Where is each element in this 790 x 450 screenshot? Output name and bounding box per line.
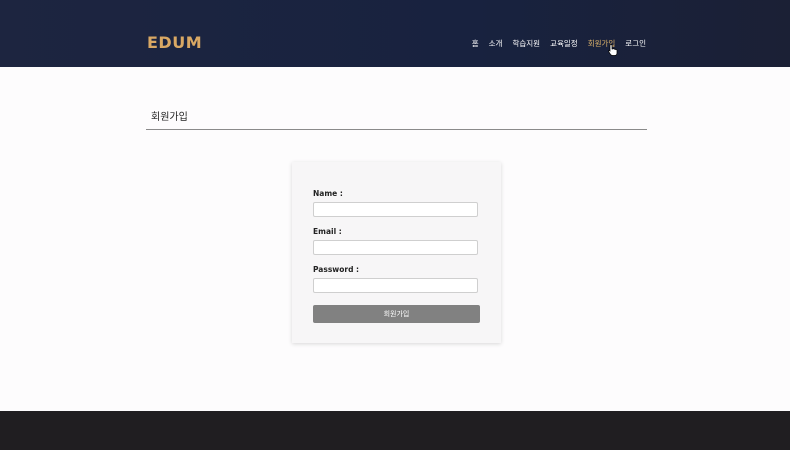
nav-item-schedule[interactable]: 교육일정 [550,38,578,49]
page-title: 회원가입 [151,112,188,123]
hand-pointer-cursor-icon [608,44,618,56]
top-navigation-bar: EDUM 홈 소개 학습지원 교육일정 회원가입 로그인 [0,0,790,67]
nav-item-login[interactable]: 로그인 [625,38,646,49]
nav-item-about[interactable]: 소개 [489,38,503,49]
password-label: Password : [313,265,360,274]
nav-item-learning-support[interactable]: 학습지원 [512,38,540,49]
site-logo[interactable]: EDUM [147,33,202,52]
name-field[interactable] [313,202,478,217]
title-divider [146,129,647,130]
main-nav: 홈 소개 학습지원 교육일정 회원가입 로그인 [472,38,646,49]
email-field[interactable] [313,240,478,255]
email-label: Email : [313,227,342,236]
signup-submit-button[interactable]: 회원가입 [313,305,480,323]
password-field[interactable] [313,278,478,293]
nav-item-home[interactable]: 홈 [472,38,479,49]
page-footer [0,411,790,450]
name-label: Name : [313,189,343,198]
signup-form-card: Name : Email : Password : 회원가입 [292,162,501,343]
